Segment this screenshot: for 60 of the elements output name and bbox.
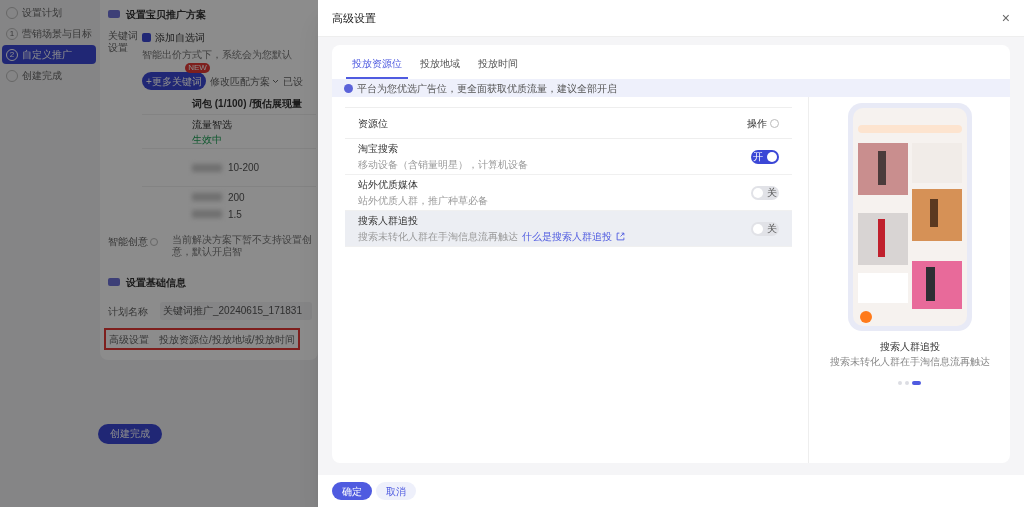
checkbox[interactable] — [142, 33, 151, 42]
field-label: 智能创意 — [108, 235, 148, 249]
step-item[interactable]: 创建完成 — [2, 66, 96, 85]
chevron-down-icon[interactable] — [271, 78, 279, 84]
resource-name: 淘宝搜索 — [358, 142, 399, 156]
section-title: 设置宝贝推广方案 — [126, 7, 206, 22]
column-text: 已设 — [282, 74, 303, 89]
toggle-switch[interactable]: 开 — [751, 149, 779, 164]
resource-name: 站外优质媒体 — [358, 178, 419, 192]
tab[interactable]: 投放地域 — [414, 49, 466, 79]
resource-description: 站外优质人群，推广种草必备 — [358, 194, 488, 208]
create-button[interactable]: 创建完成 — [98, 423, 162, 444]
close-button[interactable]: × — [1001, 11, 1010, 25]
tab[interactable]: 投放时间 — [472, 49, 524, 79]
external-link-icon[interactable] — [616, 232, 625, 241]
table-cell-text: 1.5 — [228, 207, 242, 222]
help-link[interactable]: 什么是搜索人群追投 — [522, 229, 612, 244]
note-text: 智能出价方式下，系统会为您默认 — [142, 48, 293, 62]
plan-name-field[interactable]: 关键词推广_20240615_171831 — [160, 302, 312, 320]
field-label: 计划名称 — [108, 304, 149, 319]
more-keywords-button[interactable]: +更多关键词 — [142, 72, 206, 90]
step-item[interactable]: 2 自定义推广 — [2, 45, 96, 64]
blurred-content — [192, 210, 222, 218]
info-icon — [344, 83, 353, 93]
toggle-switch[interactable]: 关 — [751, 185, 779, 200]
confirm-button[interactable]: 确定 — [332, 482, 372, 500]
section-icon — [108, 278, 120, 286]
status-text: 生效中 — [192, 132, 223, 147]
match-dropdown[interactable]: 修改匹配方案 — [209, 73, 270, 89]
resource-description: 搜索未转化人群在手淘信息流再触达 — [358, 230, 518, 244]
column-header: 操作 — [747, 116, 767, 131]
step-item[interactable]: 设置计划 — [2, 3, 96, 22]
checkbox-label: 添加自选词 — [155, 31, 205, 45]
new-badge: NEW — [185, 63, 210, 73]
section-title: 设置基础信息 — [126, 275, 186, 290]
step-label: 设置计划 — [22, 6, 62, 20]
cancel-button[interactable]: 取消 — [376, 482, 416, 500]
step-label: 自定义推广 — [22, 48, 72, 62]
field-label: 高级设置 — [109, 332, 150, 347]
table-cell-text: 流量智选 — [192, 117, 233, 132]
resource-description: 移动设备（含销量明星），计算机设备 — [358, 158, 528, 172]
notice-text: 平台为您优选广告位，更全面获取优质流量，建议全部开启 — [357, 81, 617, 96]
field-label: 关键词设置 — [108, 30, 139, 54]
step-label: 创建完成 — [22, 69, 62, 83]
table-header: 词包 (1/100) /预估展现量 — [191, 98, 304, 111]
step-label: 营销场景与目标 — [22, 27, 92, 41]
preview-caption: 搜索人群追投 — [879, 340, 940, 354]
section-icon — [108, 10, 120, 18]
blurred-content — [192, 163, 222, 172]
blurred-content — [192, 193, 222, 201]
column-header: 资源位 — [358, 116, 388, 131]
note-text: 当前解决方案下暂不支持设置创意，默认开启智 — [172, 234, 313, 258]
step-item[interactable]: 1 营销场景与目标 — [2, 24, 96, 43]
preview-description: 搜索未转化人群在手淘信息流再触达 — [829, 355, 990, 369]
drawer-title: 高级设置 — [332, 10, 376, 26]
table-cell-text: 10-200 — [228, 161, 260, 175]
advanced-settings-link[interactable]: 投放资源位/投放地域/投放时间 — [159, 331, 295, 347]
table-cell-text: 200 — [228, 190, 245, 205]
toggle-switch[interactable]: 关 — [751, 221, 779, 236]
resource-name: 搜索人群追投 — [358, 214, 419, 228]
